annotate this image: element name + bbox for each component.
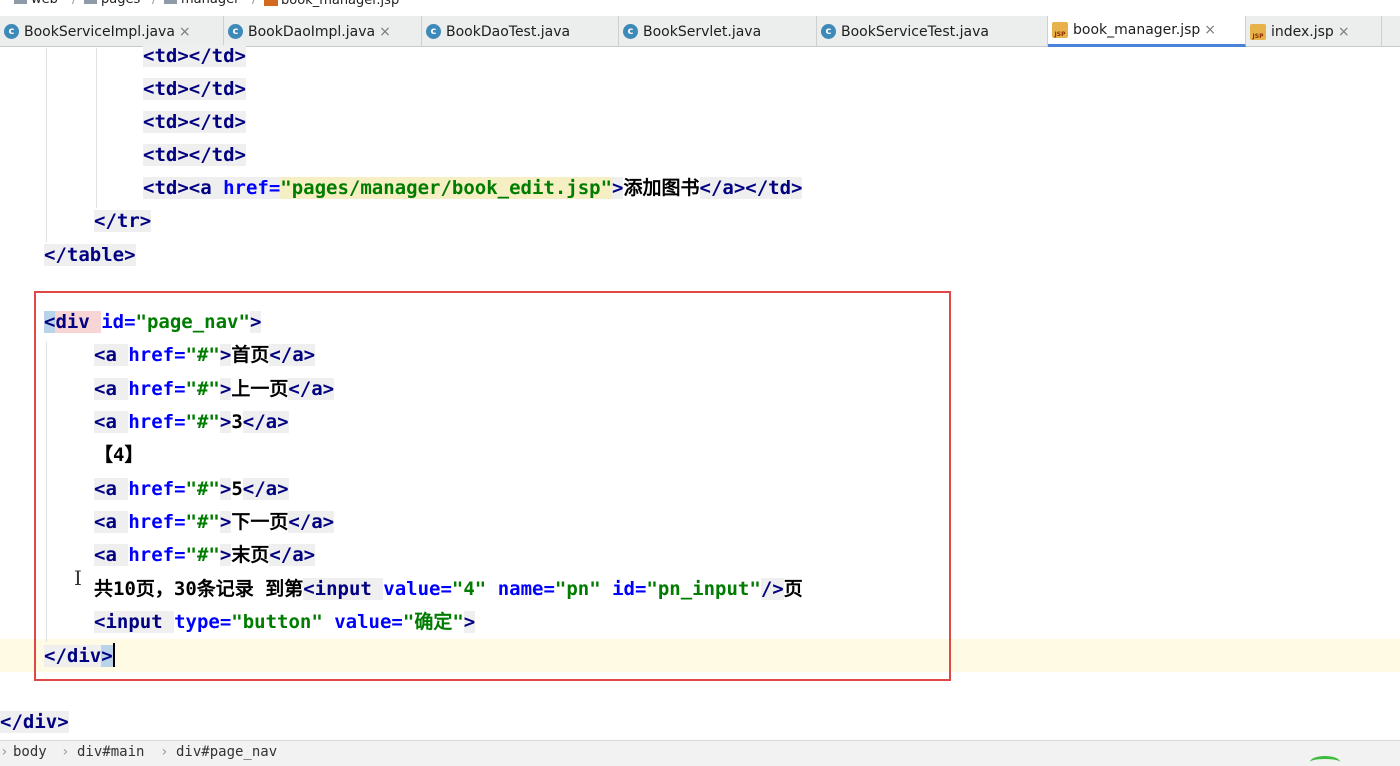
tab-label: BookServiceTest.java (841, 23, 989, 40)
breadcrumb-separator: / (72, 0, 76, 7)
breadcrumb-div-page-nav[interactable]: div#page_nav (176, 744, 277, 760)
folder-icon (14, 0, 27, 4)
tab-index-jsp[interactable]: JSP index.jsp × (1246, 16, 1382, 47)
code-line: <td></td> (143, 45, 246, 67)
chevron-right-icon: › (61, 744, 70, 760)
tab-label: book_manager.jsp (1073, 22, 1201, 38)
tab-bookdaoimpl[interactable]: c BookDaoImpl.java × (224, 16, 422, 47)
tab-label: index.jsp (1271, 23, 1334, 40)
close-icon[interactable]: × (1338, 24, 1350, 40)
tab-label: BookServiceImpl.java (24, 23, 175, 40)
code-line: </table> (44, 244, 136, 266)
indent-guide (46, 48, 47, 242)
tab-label: BookDaoImpl.java (248, 23, 376, 40)
close-icon[interactable]: × (1204, 22, 1216, 38)
breadcrumb-separator: / (252, 0, 256, 7)
jsp-file-icon: JSP (1250, 23, 1266, 40)
java-class-icon: c (623, 24, 638, 39)
chevron-right-icon: › (160, 744, 169, 760)
file-breadcrumb: web / pages / manager / book_manager.jsp (0, 0, 1400, 8)
java-test-class-icon: c (821, 24, 836, 39)
java-test-class-icon: c (426, 24, 441, 39)
jsp-file-icon: JSP (1052, 22, 1068, 38)
close-icon[interactable]: × (179, 24, 191, 40)
code-line: <td></td> (143, 144, 246, 166)
breadcrumb-item-pages[interactable]: pages (84, 0, 140, 7)
folder-icon (164, 0, 177, 4)
code-editor[interactable]: <td></td> <td></td> <td></td> <td></td> … (0, 45, 1400, 740)
ibeam-cursor-icon: I (74, 566, 82, 590)
code-line: </tr> (94, 210, 152, 232)
java-class-icon: c (228, 24, 243, 39)
breadcrumb-div-main[interactable]: div#main (77, 744, 144, 760)
code-line: <td></td> (143, 111, 246, 133)
annotation-highlight-box (34, 291, 951, 681)
breadcrumb-item-web[interactable]: web (14, 0, 58, 7)
breadcrumb-item-file[interactable]: book_manager.jsp (264, 0, 399, 8)
tab-bookservlet[interactable]: c BookServlet.java (619, 16, 817, 47)
code-line: </div> (0, 711, 69, 733)
tab-label: BookDaoTest.java (446, 23, 571, 40)
tab-bookservicetest[interactable]: c BookServiceTest.java (817, 16, 1048, 47)
breadcrumb-body[interactable]: body (13, 744, 47, 760)
breadcrumb-item-manager[interactable]: manager (164, 0, 239, 7)
structure-breadcrumb-bar: › body › div#main › div#page_nav (0, 740, 1400, 766)
code-line: <td></td> (143, 78, 246, 100)
tab-label: BookServlet.java (643, 23, 762, 40)
tab-bookdaotest[interactable]: c BookDaoTest.java (422, 16, 619, 47)
inspection-status-icon (1310, 756, 1340, 766)
close-icon[interactable]: × (379, 24, 391, 40)
java-class-icon: c (4, 24, 19, 39)
code-line: <td><a href="pages/manager/book_edit.jsp… (143, 177, 803, 199)
tab-book-manager-jsp[interactable]: JSP book_manager.jsp × (1048, 16, 1246, 47)
breadcrumb-separator: / (152, 0, 156, 7)
folder-icon (84, 0, 97, 4)
jsp-file-icon (264, 0, 278, 6)
chevron-right-icon: › (0, 744, 9, 760)
indent-guide (96, 48, 97, 208)
